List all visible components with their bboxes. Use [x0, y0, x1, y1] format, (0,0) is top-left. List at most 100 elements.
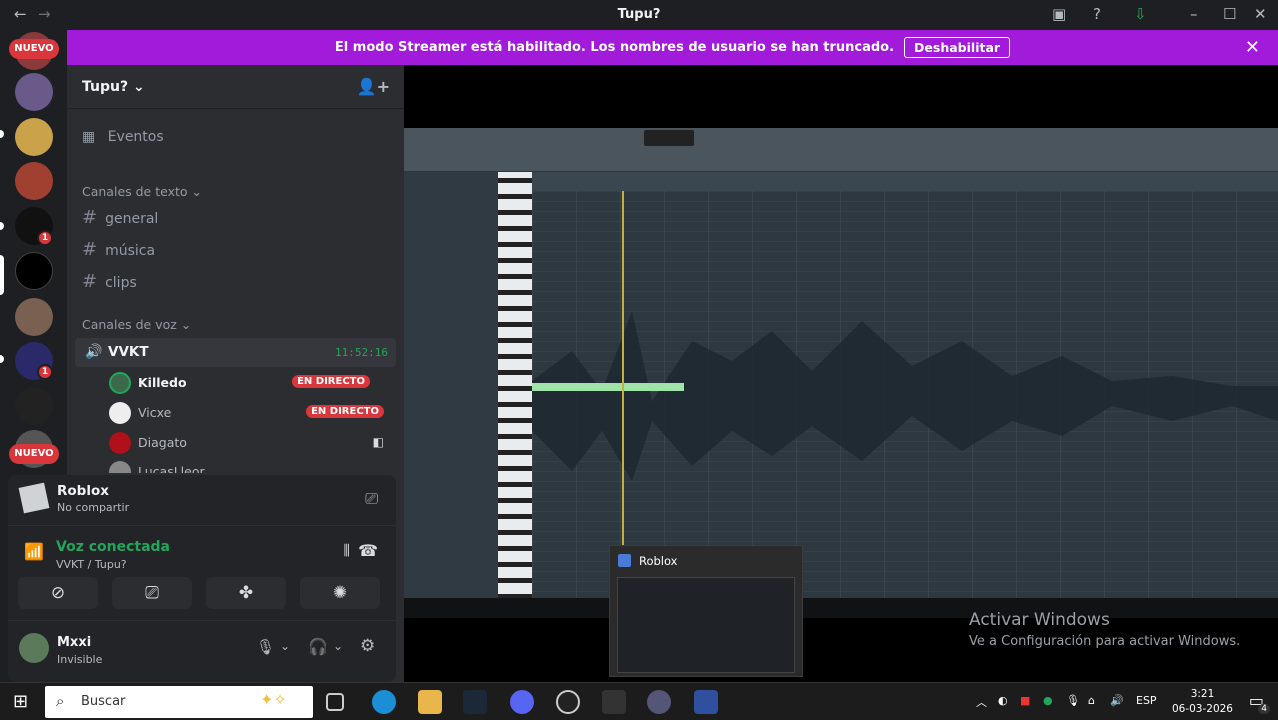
- voice-user[interactable]: Vicxe EN DIRECTO: [109, 402, 394, 424]
- search-icon: ⌕: [56, 692, 65, 710]
- tray-volume-icon[interactable]: 🔊: [1110, 694, 1124, 707]
- streamer-mode-banner: El modo Streamer está habilitado. Los no…: [67, 30, 1278, 65]
- voice-user[interactable]: Diagato ◧: [109, 432, 394, 454]
- mention-badge: 1: [37, 364, 53, 380]
- live-badge: EN DIRECTO: [306, 405, 384, 418]
- tray-language[interactable]: ESP: [1136, 694, 1157, 707]
- share-screen-icon[interactable]: ⎚: [365, 489, 378, 509]
- discord-icon[interactable]: [510, 690, 534, 714]
- soundboard-button[interactable]: ✺: [300, 577, 380, 609]
- app-icon[interactable]: [556, 690, 580, 714]
- clock-date: 06-03-2026: [1171, 703, 1233, 715]
- inbox-icon[interactable]: ▣: [1052, 5, 1066, 23]
- fl-toolbar: [404, 128, 1278, 172]
- channel-general[interactable]: # general: [82, 207, 158, 228]
- minimize-button[interactable]: –: [1190, 5, 1198, 23]
- unread-indicator: [0, 130, 4, 138]
- voice-user[interactable]: Killedo EN DIRECTO: [109, 372, 394, 394]
- activity-name: Roblox: [57, 483, 109, 499]
- disable-streamer-button[interactable]: Deshabilitar: [904, 37, 1011, 58]
- microphone-icon[interactable]: 🎙: [256, 638, 275, 656]
- fl-studio-icon[interactable]: [647, 690, 671, 714]
- channel-clips[interactable]: # clips: [82, 271, 137, 292]
- app-icon[interactable]: [602, 690, 626, 714]
- voice-timer: 11:52:16: [335, 346, 388, 359]
- sparkle-icon: ✦✧: [260, 690, 287, 709]
- fl-browser: [404, 172, 498, 598]
- unread-indicator: [0, 222, 4, 230]
- notification-count: 4: [1258, 704, 1270, 714]
- voice-category-label: Canales de voz: [82, 317, 177, 332]
- task-view-icon[interactable]: [326, 693, 344, 711]
- user-name: Mxxi: [57, 635, 92, 650]
- server-icon[interactable]: [15, 73, 53, 111]
- noise-suppression-icon[interactable]: ⫼: [344, 543, 350, 559]
- tray-app-icon[interactable]: ●: [1043, 694, 1053, 707]
- tray-mic-icon[interactable]: 🎙: [1066, 694, 1080, 707]
- tray-network-icon[interactable]: ⌂: [1088, 694, 1095, 707]
- avatar: [109, 432, 131, 454]
- server-header[interactable]: Tupu? ⌄ 👤+: [67, 65, 404, 109]
- avatar[interactable]: [19, 633, 49, 663]
- chevron-down-icon[interactable]: ⌄: [280, 639, 290, 653]
- channel-musica[interactable]: # música: [82, 239, 155, 260]
- roblox-preview-thumbnail[interactable]: Roblox: [609, 545, 803, 677]
- invite-icon[interactable]: 👤+: [357, 77, 390, 96]
- divider: [8, 525, 396, 526]
- voice-connected-title[interactable]: Voz conectada: [56, 539, 170, 555]
- server-icon-tupu[interactable]: [15, 252, 53, 290]
- voice-channel-vvkt[interactable]: 🔊 VVKT 11:52:16: [75, 338, 396, 367]
- voice-user[interactable]: LucasLleor: [109, 461, 394, 473]
- avatar: [109, 461, 131, 473]
- tray-app-icon[interactable]: ■: [1020, 694, 1030, 707]
- windows-start-icon[interactable]: ⊞: [13, 691, 28, 712]
- selected-indicator: [0, 255, 4, 295]
- activate-windows-watermark: Activar Windows Ve a Configuración para …: [969, 610, 1240, 649]
- tray-steam-icon[interactable]: ◐: [998, 694, 1008, 707]
- chevron-down-icon[interactable]: ⌄: [333, 639, 343, 653]
- close-window-button[interactable]: ✕: [1254, 5, 1267, 23]
- channel-label: general: [105, 211, 159, 227]
- new-badge: NUEVO: [9, 444, 59, 464]
- avatar: [109, 372, 131, 394]
- calendar-icon: ▦: [82, 129, 96, 145]
- server-icon[interactable]: [15, 387, 53, 425]
- user-status: Invisible: [57, 653, 103, 666]
- taskbar-search[interactable]: ⌕ Buscar ✦✧: [45, 686, 313, 718]
- activity-status: No compartir: [57, 501, 130, 514]
- voice-category[interactable]: Canales de voz ⌄: [82, 317, 191, 332]
- steam-icon[interactable]: [463, 690, 487, 714]
- camera-off-button[interactable]: ⊘: [18, 577, 98, 609]
- maximize-button[interactable]: ☐: [1223, 5, 1236, 23]
- screen-share-button[interactable]: ⎚: [112, 577, 192, 609]
- roblox-taskbar-icon[interactable]: [694, 690, 718, 714]
- server-icon[interactable]: [15, 162, 53, 200]
- events-item[interactable]: ▦ Eventos: [82, 129, 164, 145]
- activate-title: Activar Windows: [969, 610, 1110, 630]
- stream-view[interactable]: Roblox Activar Windows Ve a Configuració…: [404, 65, 1278, 682]
- title-bar: ← → Tupu? ▣ ? ⇩ – ☐ ✕: [0, 0, 1278, 30]
- download-icon[interactable]: ⇩: [1134, 5, 1147, 23]
- headphones-icon[interactable]: 🎧: [308, 637, 328, 656]
- activities-button[interactable]: ✤: [206, 577, 286, 609]
- tray-clock[interactable]: 3:21 06-03-2026: [1172, 687, 1233, 717]
- text-category[interactable]: Canales de texto ⌄: [82, 184, 202, 199]
- server-icon[interactable]: [15, 298, 53, 336]
- tray-chevron-icon[interactable]: ︿: [976, 694, 987, 710]
- chevron-down-icon: ⌄: [132, 79, 145, 95]
- hash-icon: #: [82, 239, 98, 260]
- disconnect-icon[interactable]: ☎: [358, 541, 378, 560]
- help-icon[interactable]: ?: [1093, 5, 1101, 23]
- file-explorer-icon[interactable]: [418, 690, 442, 714]
- live-badge: EN DIRECTO: [292, 375, 370, 388]
- server-icon[interactable]: [15, 118, 53, 156]
- edge-icon[interactable]: [372, 690, 396, 714]
- speaker-icon: 🔊: [85, 344, 103, 360]
- search-label: Buscar: [81, 694, 126, 709]
- new-badge: NUEVO: [9, 39, 59, 59]
- close-banner-icon[interactable]: ✕: [1245, 37, 1260, 58]
- settings-gear-icon[interactable]: ⚙: [360, 636, 375, 656]
- roblox-icon: [18, 482, 50, 514]
- windows-taskbar: ⊞ ⌕ Buscar ✦✧ ︿ ◐ ■ ● 🎙 ⌂ 🔊 ESP 3:21 06-…: [0, 682, 1278, 720]
- unread-indicator: [0, 355, 4, 363]
